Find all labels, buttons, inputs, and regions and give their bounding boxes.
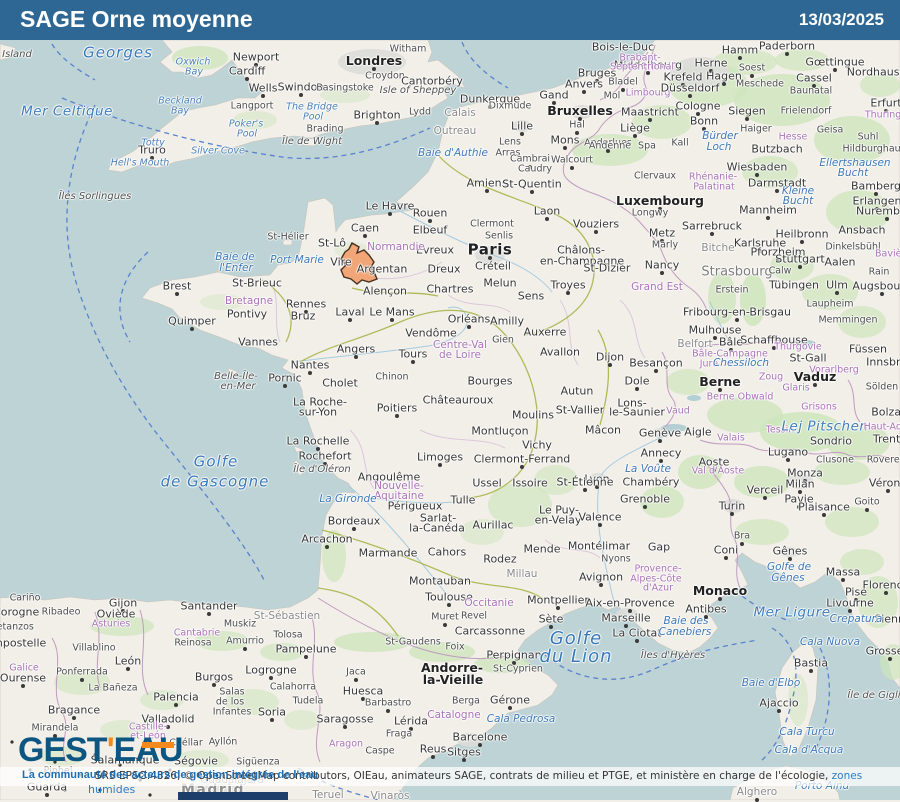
logo-dash [142, 742, 174, 748]
logo-gest: GEST [18, 731, 108, 769]
logo-eau: EAU [113, 731, 184, 769]
zones-humides-link-wrap[interactable]: humides [88, 783, 135, 796]
header-date: 13/03/2025 [798, 10, 884, 29]
island-jersey [282, 239, 293, 246]
gesteau-logo[interactable]: GEST'EAU [18, 731, 184, 769]
map-canvas[interactable] [0, 0, 900, 800]
logo-apostrophe: ' [106, 731, 115, 769]
page-title: SAGE Orne moyenne [20, 6, 253, 32]
logo-tagline: La communauté des acteurs de gestion int… [22, 769, 319, 781]
zones-humides-link[interactable]: zones [832, 770, 863, 782]
island-guernsey [267, 230, 276, 236]
header-bar: SAGE Orne moyenne 13/03/2025 [0, 0, 900, 40]
bottom-navy-box [178, 792, 288, 800]
